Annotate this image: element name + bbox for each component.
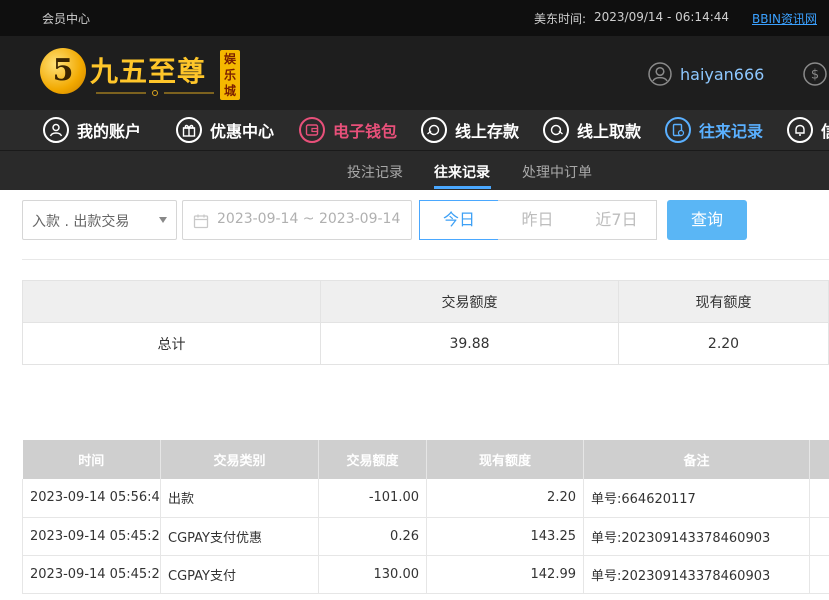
summary-header-cell: 现有额度 — [618, 280, 829, 323]
range-7days-button[interactable]: 近7日 — [577, 200, 657, 240]
table-row: 2023-09-14 05:45:29 CGPAY支付 130.00 142.9… — [22, 555, 829, 594]
gift-icon — [176, 117, 202, 143]
nav-item-e-wallet[interactable]: 电子钱包 — [299, 115, 397, 145]
cell-time: 2023-09-14 05:45:29 — [22, 517, 161, 556]
cell-remark: 单号:664620117 — [583, 479, 810, 518]
logo-seal-char: 乐 — [223, 68, 236, 82]
cell-balance: 143.25 — [426, 517, 584, 556]
column-header-amount: 交易额度 — [318, 440, 427, 479]
transaction-type-value: 入款 . 出款交易 — [32, 214, 130, 230]
summary-cell: 2.20 — [618, 322, 829, 365]
cell-amount: 0.26 — [318, 517, 427, 556]
cell-type: CGPAY支付 — [160, 555, 319, 594]
sub-nav: 投注记录 往来记录 处理中订单 — [0, 150, 829, 190]
column-header-balance: 现有额度 — [426, 440, 584, 479]
summary-cell: 39.88 — [320, 322, 619, 365]
cell-time: 2023-09-14 05:56:45 — [22, 479, 161, 518]
nav-item-messages[interactable]: 信 — [787, 115, 829, 145]
time-value: 2023/09/14 - 06:14:44 — [594, 10, 730, 24]
tab-pending-orders[interactable]: 处理中订单 — [522, 162, 592, 182]
logo-title: 九五至尊 — [90, 55, 207, 88]
nav-label: 优惠中心 — [210, 122, 275, 141]
logo-seal-char: 娱 — [223, 52, 236, 66]
table-row: 2023-09-14 05:45:29 CGPAY支付优惠 0.26 143.2… — [22, 517, 829, 556]
deposit-icon — [421, 117, 447, 143]
nav-label: 电子钱包 — [333, 122, 398, 141]
summary-header-cell — [22, 280, 321, 323]
date-range-value: 2023-09-14 ~ 2023-09-14 — [217, 211, 401, 227]
table-header-row: 时间 交易类别 交易额度 现有额度 备注 — [22, 440, 829, 479]
nav-label: 我的账户 — [77, 122, 142, 141]
transaction-type-select[interactable]: 入款 . 出款交易 — [22, 200, 177, 240]
logo-coin-icon: 5 — [40, 48, 86, 94]
top-utility-bar: 会员中心 美东时间: 2023/09/14 - 06:14:44 BBIN资讯网 — [0, 0, 829, 36]
column-header-extra — [809, 440, 829, 479]
nav-label: 往来记录 — [699, 122, 764, 141]
main-nav: 我的账户 优惠中心 电子钱包 线上存款 线上取款 往来记录 信 — [0, 110, 829, 150]
logo-ornament-icon — [96, 90, 214, 96]
tab-transaction-records[interactable]: 往来记录 — [434, 162, 490, 182]
site-header: 5 九五至尊 娱 乐 城 haiyan666 $ — [0, 36, 829, 110]
nav-item-promotions[interactable]: 优惠中心 — [176, 115, 274, 145]
nav-item-transaction-records[interactable]: 往来记录 — [665, 115, 763, 145]
wallet-icon — [299, 117, 325, 143]
range-today-button[interactable]: 今日 — [419, 200, 499, 240]
summary-table: 交易额度 现有额度 总计 39.88 2.20 — [22, 280, 829, 365]
user-avatar-icon — [648, 62, 672, 86]
summary-header-cell: 交易额度 — [320, 280, 619, 323]
cell-remark: 单号:202309143378460903 — [583, 517, 810, 556]
summary-total-row: 总计 39.88 2.20 — [22, 322, 829, 365]
nav-item-online-deposit[interactable]: 线上存款 — [421, 115, 519, 145]
nav-label: 线上取款 — [577, 122, 642, 141]
site-logo[interactable]: 5 九五至尊 娱 乐 城 — [40, 44, 245, 102]
bell-icon — [787, 117, 813, 143]
cell-amount: -101.00 — [318, 479, 427, 518]
column-header-remark: 备注 — [583, 440, 810, 479]
transactions-table: 时间 交易类别 交易额度 现有额度 备注 2023-09-14 05:56:45… — [22, 440, 829, 594]
range-yesterday-button[interactable]: 昨日 — [498, 200, 578, 240]
summary-header-row: 交易额度 现有额度 — [22, 280, 829, 323]
active-tab-indicator — [434, 186, 491, 189]
time-label: 美东时间: — [534, 12, 587, 26]
withdraw-icon — [543, 117, 569, 143]
cell-type: CGPAY支付优惠 — [160, 517, 319, 556]
member-center-link[interactable]: 会员中心 — [42, 10, 90, 27]
tab-bet-records[interactable]: 投注记录 — [347, 162, 403, 182]
news-link[interactable]: BBIN资讯网 — [752, 10, 817, 27]
cell-amount: 130.00 — [318, 555, 427, 594]
nav-label: 线上存款 — [455, 122, 520, 141]
logo-seal-char: 城 — [223, 84, 236, 98]
logo-seal: 娱 乐 城 — [220, 50, 240, 100]
user-icon — [43, 117, 69, 143]
cell-type: 出款 — [160, 479, 319, 518]
username: haiyan666 — [680, 64, 765, 84]
table-row: 2023-09-14 05:56:45 出款 -101.00 2.20 单号:6… — [22, 479, 829, 518]
user-account[interactable]: haiyan666 — [648, 62, 764, 86]
svg-text:$: $ — [811, 68, 819, 83]
nav-item-my-account[interactable]: 我的账户 — [43, 115, 141, 145]
summary-cell: 总计 — [22, 322, 321, 365]
column-header-time: 时间 — [22, 440, 161, 479]
chevron-down-icon — [159, 217, 167, 223]
section-divider — [22, 259, 829, 260]
column-header-type: 交易类别 — [160, 440, 319, 479]
cell-extra — [809, 479, 829, 518]
cell-balance: 142.99 — [426, 555, 584, 594]
cell-balance: 2.20 — [426, 479, 584, 518]
cell-extra — [809, 555, 829, 594]
cell-extra — [809, 517, 829, 556]
cell-remark: 单号:202309143378460903 — [583, 555, 810, 594]
calendar-icon — [193, 214, 209, 229]
query-button[interactable]: 查询 — [667, 200, 747, 240]
nav-label: 信 — [821, 118, 829, 142]
nav-item-online-withdraw[interactable]: 线上取款 — [543, 115, 641, 145]
date-range-input[interactable]: 2023-09-14 ~ 2023-09-14 — [182, 200, 412, 240]
records-icon — [665, 117, 691, 143]
balance-icon[interactable]: $ — [803, 62, 827, 86]
cell-time: 2023-09-14 05:45:29 — [22, 555, 161, 594]
